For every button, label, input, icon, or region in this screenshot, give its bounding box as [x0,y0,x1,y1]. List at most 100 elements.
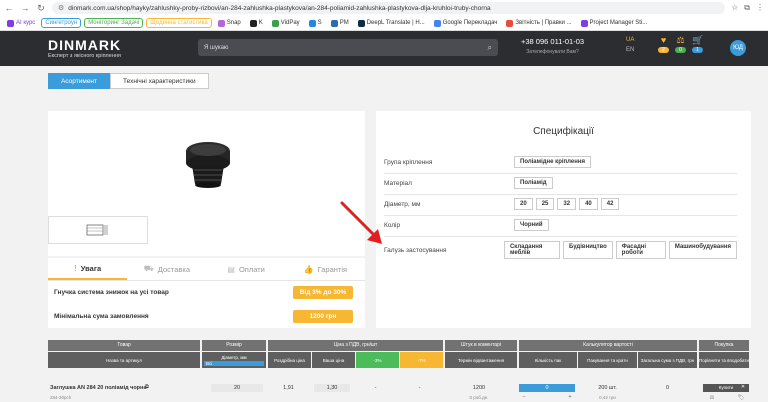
annotation-arrow [340,201,382,244]
bookmark-item[interactable]: AI курс [4,19,38,28]
tab-assortment[interactable]: Асортимент [48,73,111,89]
address-bar-row: ← → ↻ ⚙ dinmark.com.ua/shop/hayky/zahlus… [0,0,768,16]
qty-decrement-button[interactable]: − [519,394,529,400]
spec-value-chip[interactable]: 32 [557,198,577,210]
callback-link[interactable]: Зателефонувати Вам? [526,49,578,55]
table-header: Товар Назва та артикул Розмір Діаметр, м… [48,340,751,368]
lang-en[interactable]: EN [626,47,634,53]
spec-value-chip[interactable]: Машинобудування [668,241,737,259]
bookmark-label: K [258,20,263,26]
search-input[interactable]: Я шукаю ⌕ [198,39,498,56]
spec-value-chip[interactable]: Поліамідне кріплення [514,156,591,168]
bookmark-label: Звітність | Правки ... [515,20,572,26]
col-compare: Порівняти та вподобати [699,352,749,368]
bookmark-favicon-icon [357,19,365,27]
reload-icon[interactable]: ↻ [36,3,46,13]
discount-label: Гнучка система знижок на усі товар [54,289,169,296]
bookmark-favicon-icon [330,19,338,27]
product-thumbnail[interactable] [48,216,148,244]
col-total: Загальна сума з ПДВ, грн [638,352,697,368]
spec-row: Матеріал Поліамід [384,177,737,189]
bookmark-item[interactable]: Сингетроун [41,18,82,28]
compare-icon[interactable]: ⚖ [705,395,719,401]
row-pack-price: 0,42 грн [599,395,616,400]
phone-block[interactable]: +38 096 011-01-03 Зателефонувати Вам? [521,37,584,55]
info-tab[interactable]: ▤ Оплати [207,258,286,280]
spec-value-chip[interactable]: 42 [600,198,620,210]
spec-row: Колір Чорний [384,219,737,231]
lang-ua[interactable]: UA [626,37,634,43]
url-text: dinmark.com.ua/shop/hayky/zahlushky-prob… [68,4,491,12]
size-filter-select[interactable]: Всі [204,360,264,366]
spec-value-chip[interactable]: 40 [579,198,598,210]
bookmarks-bar: AI курс Сингетроун Моніторинг Задачі Щоденн… [0,16,768,31]
bookmark-item[interactable]: Звітність | Правки ... [503,19,574,28]
discount-row: Гнучка система знижок на усі товар Від 3… [54,286,353,299]
discount-badge: Від 3% до 30% [293,286,353,299]
cart-button[interactable]: 🛒 1 [692,36,703,53]
bookmark-item[interactable]: Project Manager Sti... [578,19,651,28]
bookmark-item[interactable]: Google Перекладач [431,19,501,28]
info-tab[interactable]: ! Увага [48,258,128,280]
bookmark-item[interactable]: Моніторинг Задачі [84,18,144,28]
tag-icon[interactable]: 🏷 [734,395,748,401]
spec-value-chip[interactable]: Поліамід [514,177,553,189]
spec-label: Група кріплення [384,158,433,166]
row-size: 20 [211,384,263,392]
back-icon[interactable]: ← [4,3,14,13]
row-product-name[interactable]: Заглушка AN 284 20 поліамід чорна [50,385,146,391]
spec-value-chip[interactable]: Чорний [514,219,549,231]
spec-value-chip[interactable]: Будівництво [562,241,613,259]
min-order-row: Мінімальна сума замовлення 1200 грн [54,310,353,323]
spec-label: Матеріал [384,179,412,187]
site-header: DINMARK Експерт з якісного кріплення Я ш… [0,31,768,66]
qty-increment-button[interactable]: + [565,394,575,400]
spec-value-chip[interactable]: 20 [514,198,533,210]
min-order-label: Мінімальна сума замовлення [54,313,149,320]
col-name-sku: Назва та артикул [48,352,200,368]
scales-icon: ⚖ [676,35,685,45]
info-tab[interactable]: 👍 Гарантія [286,258,365,280]
phone-number[interactable]: +38 096 011-01-03 [521,37,584,46]
header-icons: ♥ 2 ⚖ 0 🛒 1 [658,36,703,53]
avatar[interactable]: ЮД [730,40,746,56]
info-tab[interactable]: ⛟ Доставка [127,258,206,280]
heart-button[interactable]: ♥ 2 [658,36,669,53]
bookmark-item[interactable]: DeepL Translate | H... [355,19,428,28]
product-image[interactable] [168,136,248,198]
bookmark-item[interactable]: PM [328,19,352,28]
col-shipping-term: Термін відвантаження [445,352,517,368]
copy-icon[interactable]: ⧉ [145,384,149,391]
bookmark-item[interactable]: Щоденна статистика [146,18,212,28]
row-stock: 1200 [472,385,486,391]
bookmark-item[interactable]: S [306,19,325,28]
row-your-price: 1,30 [314,384,350,392]
spec-value-chip[interactable]: 25 [535,198,555,210]
search-icon[interactable]: ⌕ [488,43,492,53]
forward-icon[interactable]: → [20,3,30,13]
spec-divider [384,236,737,237]
spec-divider [384,194,737,195]
product-gallery [48,111,365,256]
qty-input[interactable]: 0 [519,384,575,392]
logo[interactable]: DINMARK Експерт з якісного кріплення [48,38,121,60]
url-field[interactable]: ⚙ dinmark.com.ua/shop/hayky/zahlushky-pr… [52,2,726,14]
info-tab-label: Оплати [238,264,265,274]
specifications-panel: Специфікації Група кріплення Поліамідне к… [376,111,751,328]
site-info-icon[interactable]: ⚙ [58,4,64,12]
bookmark-item[interactable]: K [247,19,266,28]
scales-button[interactable]: ⚖ 0 [675,36,686,53]
col-discount-3: -3% [356,352,399,368]
buy-close-icon[interactable]: ✕ [738,384,748,390]
spec-value-chip[interactable]: Фасадні роботи [615,241,666,259]
drawing-thumbnail-icon [86,224,108,236]
bookmark-star-icon[interactable]: ☆ [731,3,738,13]
bookmark-item[interactable]: Snap [215,19,244,28]
bookmark-label: Google Перекладач [442,20,498,26]
menu-icon[interactable]: ⋮ [756,3,764,13]
col-group-product: Товар [48,340,200,351]
tab-tech-specs[interactable]: Технічні характеристики [110,73,209,89]
extensions-icon[interactable]: ⧉ [744,3,750,13]
bookmark-item[interactable]: VidPay [269,19,303,28]
spec-value-chip[interactable]: Складання меблів [503,241,560,259]
